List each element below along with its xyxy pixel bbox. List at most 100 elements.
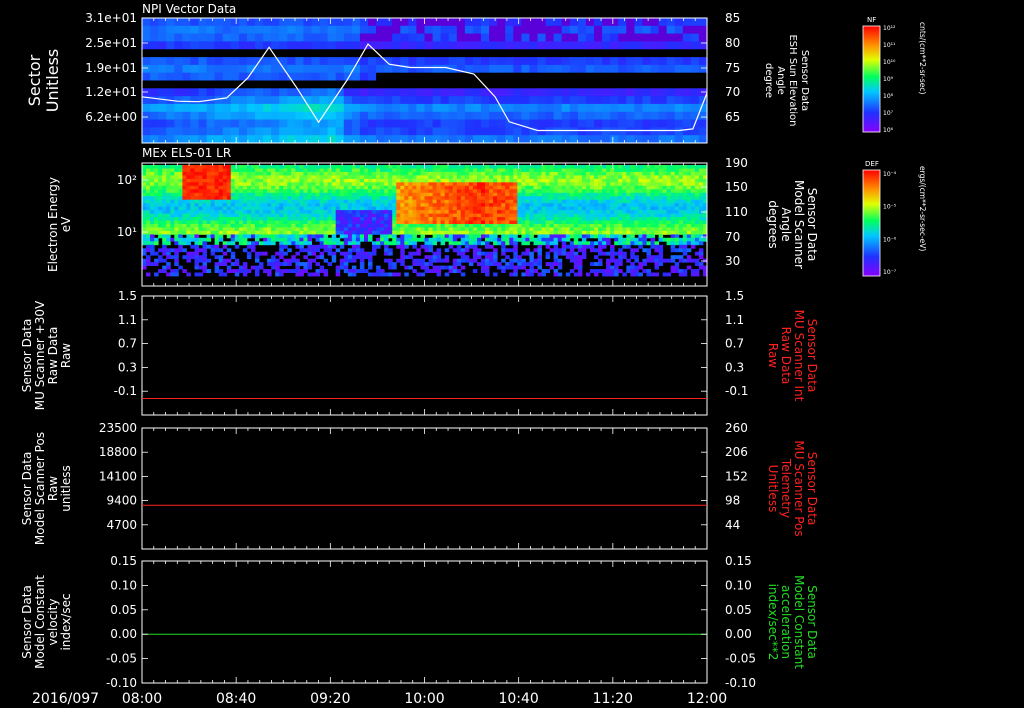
left-tick-label: 1.1 (118, 313, 137, 327)
right-axis-label: Unitless (766, 465, 780, 513)
x-tick-label: 10:00 (404, 691, 444, 707)
left-tick-label: 0.10 (110, 578, 137, 592)
right-tick-label: 206 (725, 445, 748, 459)
colorbar-tick-label: 10⁻⁵ (883, 204, 897, 211)
left-tick-label: 9400 (106, 494, 137, 508)
colorbar-tick-label: 10⁹ (883, 76, 894, 83)
x-tick-label: 10:40 (498, 691, 538, 707)
colorbar-tick-label: 10⁷ (883, 110, 894, 117)
left-axis-label: index/sec (59, 593, 73, 650)
left-axis-label: velocity (46, 599, 60, 646)
x-tick-label: 11:20 (593, 691, 633, 707)
right-axis-label: Raw (766, 343, 780, 368)
left-tick-label: 23500 (99, 421, 137, 435)
right-tick-label: 85 (725, 11, 740, 25)
right-axis-label: index/sec**2 (766, 584, 780, 661)
npi-heatmap (142, 18, 708, 144)
right-tick-label: 0.7 (725, 337, 744, 351)
colorbar-tick-label: 10⁻⁶ (883, 236, 897, 243)
left-axis-label: Sensor Data (20, 319, 34, 393)
left-tick-label: 6.2e+00 (85, 110, 137, 124)
left-axis-label: Sector (25, 54, 44, 106)
colorbar-def: DEF ergs/(cm**2-sr-sec-eV) 10⁻⁴ 10⁻⁵ 10⁻⁶ 1… (862, 160, 927, 277)
left-tick-label: 4700 (106, 518, 137, 532)
left-tick-label: 1.9e+01 (85, 61, 137, 75)
right-tick-label: -0.1 (725, 384, 748, 398)
right-tick-label: -0.05 (725, 652, 756, 666)
left-axis-label: Raw (46, 476, 60, 501)
right-tick-label: 0.10 (725, 578, 752, 592)
left-axis-label: Raw Data (46, 327, 60, 385)
right-tick-label: 260 (725, 421, 748, 435)
colorbar-tick-label: 10⁻⁴ (883, 171, 897, 178)
left-tick-label: 0.00 (110, 627, 137, 641)
right-axis-label: ESH Sun Elevation (787, 34, 798, 126)
right-axis-label: Sensor Data (799, 50, 810, 111)
npi-title: NPI Vector Data (142, 2, 236, 16)
colorbar-tick-label: 10¹¹ (883, 42, 896, 49)
left-tick-label: -0.10 (106, 676, 137, 690)
right-tick-label: 98 (725, 494, 740, 508)
right-axis-label: Raw Data (779, 327, 793, 385)
left-tick-label: 0.7 (118, 337, 137, 351)
right-tick-label: -0.10 (725, 676, 756, 690)
left-axis-label: Sensor Data (20, 585, 34, 659)
left-tick-label: 14100 (99, 469, 137, 483)
left-tick-label: 10¹ (117, 225, 137, 239)
right-tick-label: 0.00 (725, 627, 752, 641)
left-tick-label: 10² (117, 173, 137, 187)
colorbar-tick-label: 10⁶ (883, 127, 894, 134)
left-axis-label: Sensor Data (20, 452, 34, 526)
colorbar-def-name: DEF (865, 160, 879, 168)
right-tick-label: 0.15 (725, 554, 752, 568)
right-axis-label: Model Constant (792, 575, 806, 669)
right-tick-label: 110 (725, 205, 748, 219)
right-tick-label: 65 (725, 110, 740, 124)
right-tick-label: 75 (725, 61, 740, 75)
right-axis-label: Angle (775, 66, 786, 94)
panel-frame (141, 295, 708, 416)
left-tick-label: -0.1 (114, 384, 137, 398)
right-axis-label: acceleration (779, 585, 793, 659)
right-axis-label: Angle (779, 207, 793, 241)
right-tick-label: 0.3 (725, 360, 744, 374)
colorbar-tick-label: 10⁻⁷ (883, 269, 897, 276)
left-tick-label: 0.3 (118, 360, 137, 374)
left-axis-label: Electron Energy (46, 177, 60, 272)
x-tick-label: 12:00 (687, 691, 727, 707)
right-axis-label: Model Scanner (792, 180, 806, 269)
left-axis-label: Unitless (43, 49, 62, 113)
left-axis-label: eV (59, 216, 73, 232)
left-tick-label: 0.15 (110, 554, 137, 568)
colorbar-nf: NF cnts/(cm**2-sr-sec) 10¹² 10¹¹ 10¹⁰ 10⁹ 10… (862, 16, 927, 134)
right-axis-label: Telemetry (779, 458, 793, 518)
right-tick-label: 0.05 (725, 603, 752, 617)
right-axis-label: Sensor Data (805, 319, 819, 393)
right-tick-label: 70 (725, 230, 740, 244)
right-axis-label: Sensor Data (805, 585, 819, 659)
left-axis-label: Raw (59, 343, 73, 368)
right-axis-label: MU Scanner Int (792, 310, 806, 402)
left-axis-label: unitless (59, 465, 73, 511)
right-axis-label: MU Scanner Pos (792, 440, 806, 536)
x-tick-label: 09:20 (310, 691, 350, 707)
colorbar-nf-name: NF (867, 16, 876, 24)
right-tick-label: 80 (725, 36, 740, 50)
left-tick-label: 2.5e+01 (85, 36, 137, 50)
left-tick-label: 18800 (99, 445, 137, 459)
left-axis-label: Model Constant (33, 575, 47, 669)
panel-frame (141, 560, 708, 684)
right-axis-label: Sensor Data (805, 188, 819, 262)
x-axis-date: 2016/097 (32, 691, 99, 707)
colorbar-tick-label: 10¹² (883, 25, 896, 32)
colorbar-nf-unit: cnts/(cm**2-sr-sec) (918, 22, 927, 94)
figure: NPI Vector Data MEx ELS-01 LR 3.1e+01 2.5… (20, 2, 927, 707)
right-tick-label: 1.5 (725, 289, 744, 303)
x-tick-label: 08:00 (122, 691, 162, 707)
right-tick-label: 150 (725, 180, 748, 194)
right-tick-label: 190 (725, 156, 748, 170)
right-tick-label: 30 (725, 254, 740, 268)
left-tick-label: 1.5 (118, 289, 137, 303)
left-axis-label: MU Scanner +30V (33, 300, 47, 410)
left-tick-label: 0.05 (110, 603, 137, 617)
